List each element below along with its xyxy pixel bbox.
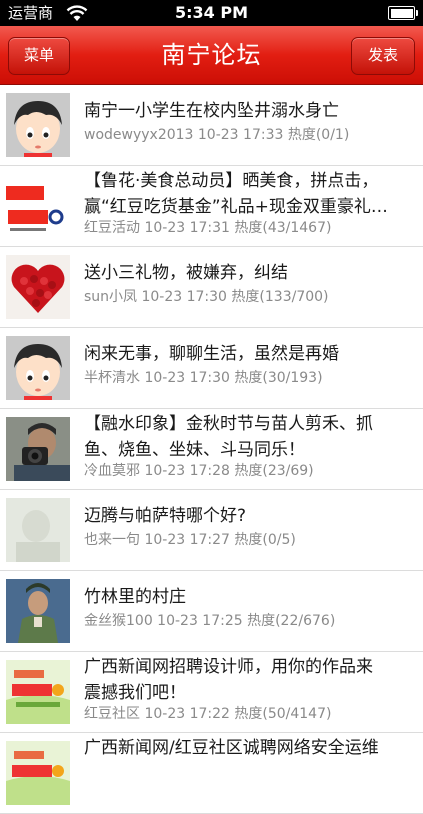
hongdou-logo-avatar [6,741,70,805]
faded-photo-avatar [6,498,70,562]
status-bar: 运营商 5:34 PM [0,0,423,26]
menu-button[interactable]: 菜单 [8,37,70,75]
post-title: 广西新闻网/红豆社区诚聘网络安全运维 [84,738,379,758]
nav-bar: 南宁论坛 菜单 发表 [0,26,423,85]
list-item[interactable]: 竹林里的村庄 金丝猴100 10-23 17:25 热度(22/676) [0,571,423,652]
post-title-line2: 震撼我们吧！ [84,683,186,703]
post-title: 竹林里的村庄 [84,587,186,607]
post-title: 【鲁花·美食总动员】晒美食，拼点击， [84,171,379,191]
post-meta: wodewyyx2013 10-23 17:33 热度(0/1) [84,127,350,143]
battery-icon [388,6,418,20]
post-title: 南宁一小学生在校内坠井溺水身亡 [84,101,339,121]
list-item[interactable]: 广西新闻网/红豆社区诚聘网络安全运维 [0,733,423,814]
post-title: 闲来无事，聊聊生活，虽然是再婚 [84,344,339,364]
hongdou-logo-avatar [6,660,70,724]
soldier-avatar [6,579,70,643]
post-button[interactable]: 发表 [351,37,415,75]
post-meta: 金丝猴100 10-23 17:25 热度(22/676) [84,613,336,629]
heart-roses-avatar [6,255,70,319]
list-item[interactable]: 迈腾与帕萨特哪个好? 也来一句 10-23 17:27 热度(0/5) [0,490,423,571]
post-meta: 冷血莫邪 10-23 17:28 热度(23/69) [84,463,314,479]
post-meta: 也来一句 10-23 17:27 热度(0/5) [84,532,296,548]
list-item[interactable]: 广西新闻网招聘设计师，用你的作品来 震撼我们吧！ 红豆社区 10-23 17:2… [0,652,423,733]
event-logo-avatar [6,174,70,238]
list-item[interactable]: 送小三礼物，被嫌弃，纠结 sun小凤 10-23 17:30 热度(133/70… [0,247,423,328]
post-title: 广西新闻网招聘设计师，用你的作品来 [84,657,373,677]
list-item[interactable]: 【鲁花·美食总动员】晒美食，拼点击， 赢“红豆吃货基金”礼品+现金双重豪礼… 红… [0,166,423,247]
post-title: 迈腾与帕萨特哪个好? [84,506,247,526]
cartoon-boy-avatar [6,336,70,400]
post-meta: sun小凤 10-23 17:30 热度(133/700) [84,289,329,305]
post-title: 【融水印象】金秋时节与苗人剪禾、抓 [84,414,373,434]
post-meta: 半杯清水 10-23 17:30 热度(30/193) [84,370,323,386]
list-item[interactable]: 闲来无事，聊聊生活，虽然是再婚 半杯清水 10-23 17:30 热度(30/1… [0,328,423,409]
photographer-avatar [6,417,70,481]
cartoon-boy-avatar [6,93,70,157]
post-list[interactable]: 南宁一小学生在校内坠井溺水身亡 wodewyyx2013 10-23 17:33… [0,85,423,814]
clock: 5:34 PM [174,3,248,22]
post-title: 送小三礼物，被嫌弃，纠结 [84,263,288,283]
post-meta: 红豆社区 10-23 17:22 热度(50/4147) [84,706,332,722]
list-item[interactable]: 南宁一小学生在校内坠井溺水身亡 wodewyyx2013 10-23 17:33… [0,85,423,166]
post-meta: 红豆活动 10-23 17:31 热度(43/1467) [84,220,332,236]
list-item[interactable]: 【融水印象】金秋时节与苗人剪禾、抓 鱼、烧鱼、坐妹、斗马同乐！ 冷血莫邪 10-… [0,409,423,490]
post-title-line2: 鱼、烧鱼、坐妹、斗马同乐！ [84,440,305,460]
post-title-line2: 赢“红豆吃货基金”礼品+现金双重豪礼… [84,197,388,217]
